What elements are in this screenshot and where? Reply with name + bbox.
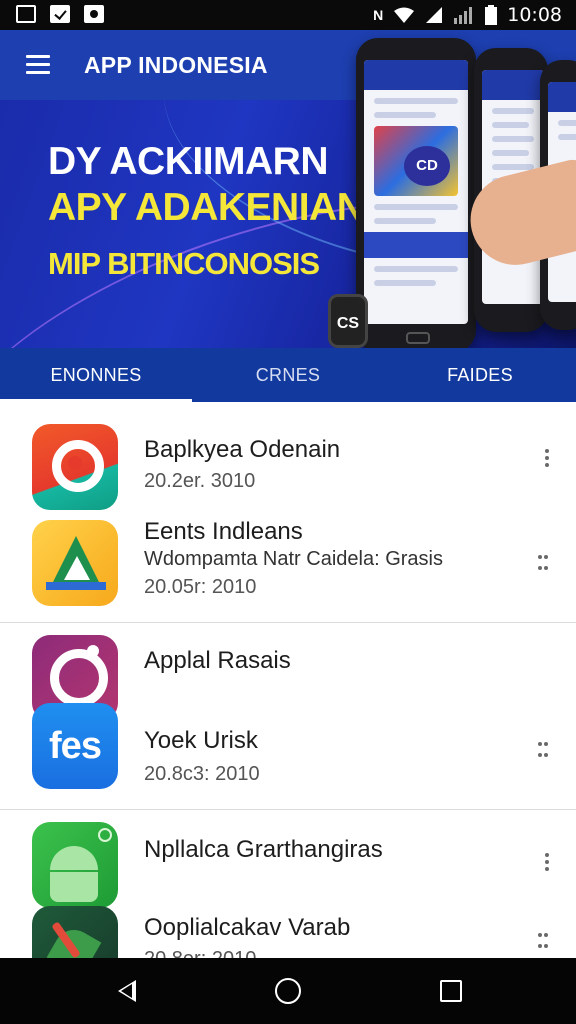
phone-screen-logo: CD: [404, 146, 450, 186]
more-options-icon[interactable]: [544, 850, 550, 874]
wifi-icon: [394, 7, 415, 23]
more-options-icon[interactable]: [536, 550, 550, 572]
signal-icon: [426, 7, 443, 23]
home-icon[interactable]: [275, 978, 301, 1004]
signal-bars-icon: [454, 7, 473, 24]
clock: 10:08: [507, 4, 562, 26]
nfc-icon: N: [373, 7, 384, 23]
more-options-icon[interactable]: [536, 928, 550, 950]
more-options-icon[interactable]: [544, 446, 550, 470]
banner-tagline: MIP BITINCONOSIS: [48, 246, 320, 281]
more-options-icon[interactable]: [536, 737, 550, 759]
smartwatch-image: CS: [328, 294, 368, 348]
list-item[interactable]: Baplkyea Odenain 20.2er. 3010 Eents Indl…: [0, 404, 576, 622]
triangle-drive-icon[interactable]: [32, 520, 118, 606]
checkbox-notification-icon: [50, 5, 70, 23]
notification-icons: [16, 5, 104, 23]
tab-crnes[interactable]: CRNES: [192, 348, 384, 402]
fes-app-icon[interactable]: fes: [32, 703, 118, 789]
list-item[interactable]: Applal Rasais fes Yoek Urisk 20.8c3: 201…: [0, 623, 576, 809]
app-date: 20.8er: 2010: [144, 948, 256, 958]
status-bar: N 10:08: [0, 0, 576, 30]
banner-subheadline: APY ADAKENIAN: [48, 186, 365, 229]
system-navigation-bar: [0, 958, 576, 1024]
app-title: Baplkyea Odenain: [144, 436, 341, 463]
tab-bar: ENONNES CRNES FAIDES: [0, 348, 576, 402]
app-title: APP INDONESIA: [84, 52, 268, 78]
system-icons: N 10:08: [373, 4, 562, 26]
app-date: 20.05r: 2010: [144, 576, 257, 598]
hero-banner: APP INDONESIA DY ACKIIMARN APY ADAKENIAN…: [0, 30, 576, 348]
phone-mockup-front: CD: [356, 38, 476, 348]
banner-headline: DY ACKIIMARN: [48, 140, 329, 183]
screenshot-notification-icon: [16, 5, 36, 23]
tab-enonnes[interactable]: ENONNES: [0, 348, 192, 402]
app-list: Baplkyea Odenain 20.2er. 3010 Eents Indl…: [0, 404, 576, 958]
list-item[interactable]: Npllalca Grarthangiras Ooplialcakav Vara…: [0, 810, 576, 958]
app-title: Ooplialcakav Varab: [144, 914, 351, 941]
app-title: Yoek Urisk: [144, 727, 258, 754]
app-subtitle: Wdompamta Natr Caidela: Grasis: [144, 548, 443, 570]
record-notification-icon: [84, 5, 104, 23]
app-title: Npllalca Grarthangiras: [144, 836, 383, 863]
app-date: 20.8c3: 2010: [144, 763, 260, 785]
camera-ring-icon[interactable]: [32, 424, 118, 510]
back-icon[interactable]: [118, 980, 136, 1002]
app-date: 20.2er. 3010: [144, 470, 256, 492]
hamburger-menu-icon[interactable]: [26, 55, 50, 75]
recent-apps-icon[interactable]: [440, 980, 462, 1002]
app-title: Applal Rasais: [144, 647, 291, 674]
tab-faides[interactable]: FAIDES: [384, 348, 576, 402]
app-title: Eents Indleans: [144, 518, 303, 545]
battery-icon: [485, 5, 498, 25]
leaf-pen-icon[interactable]: [32, 906, 118, 958]
android-robot-icon[interactable]: [32, 822, 118, 908]
